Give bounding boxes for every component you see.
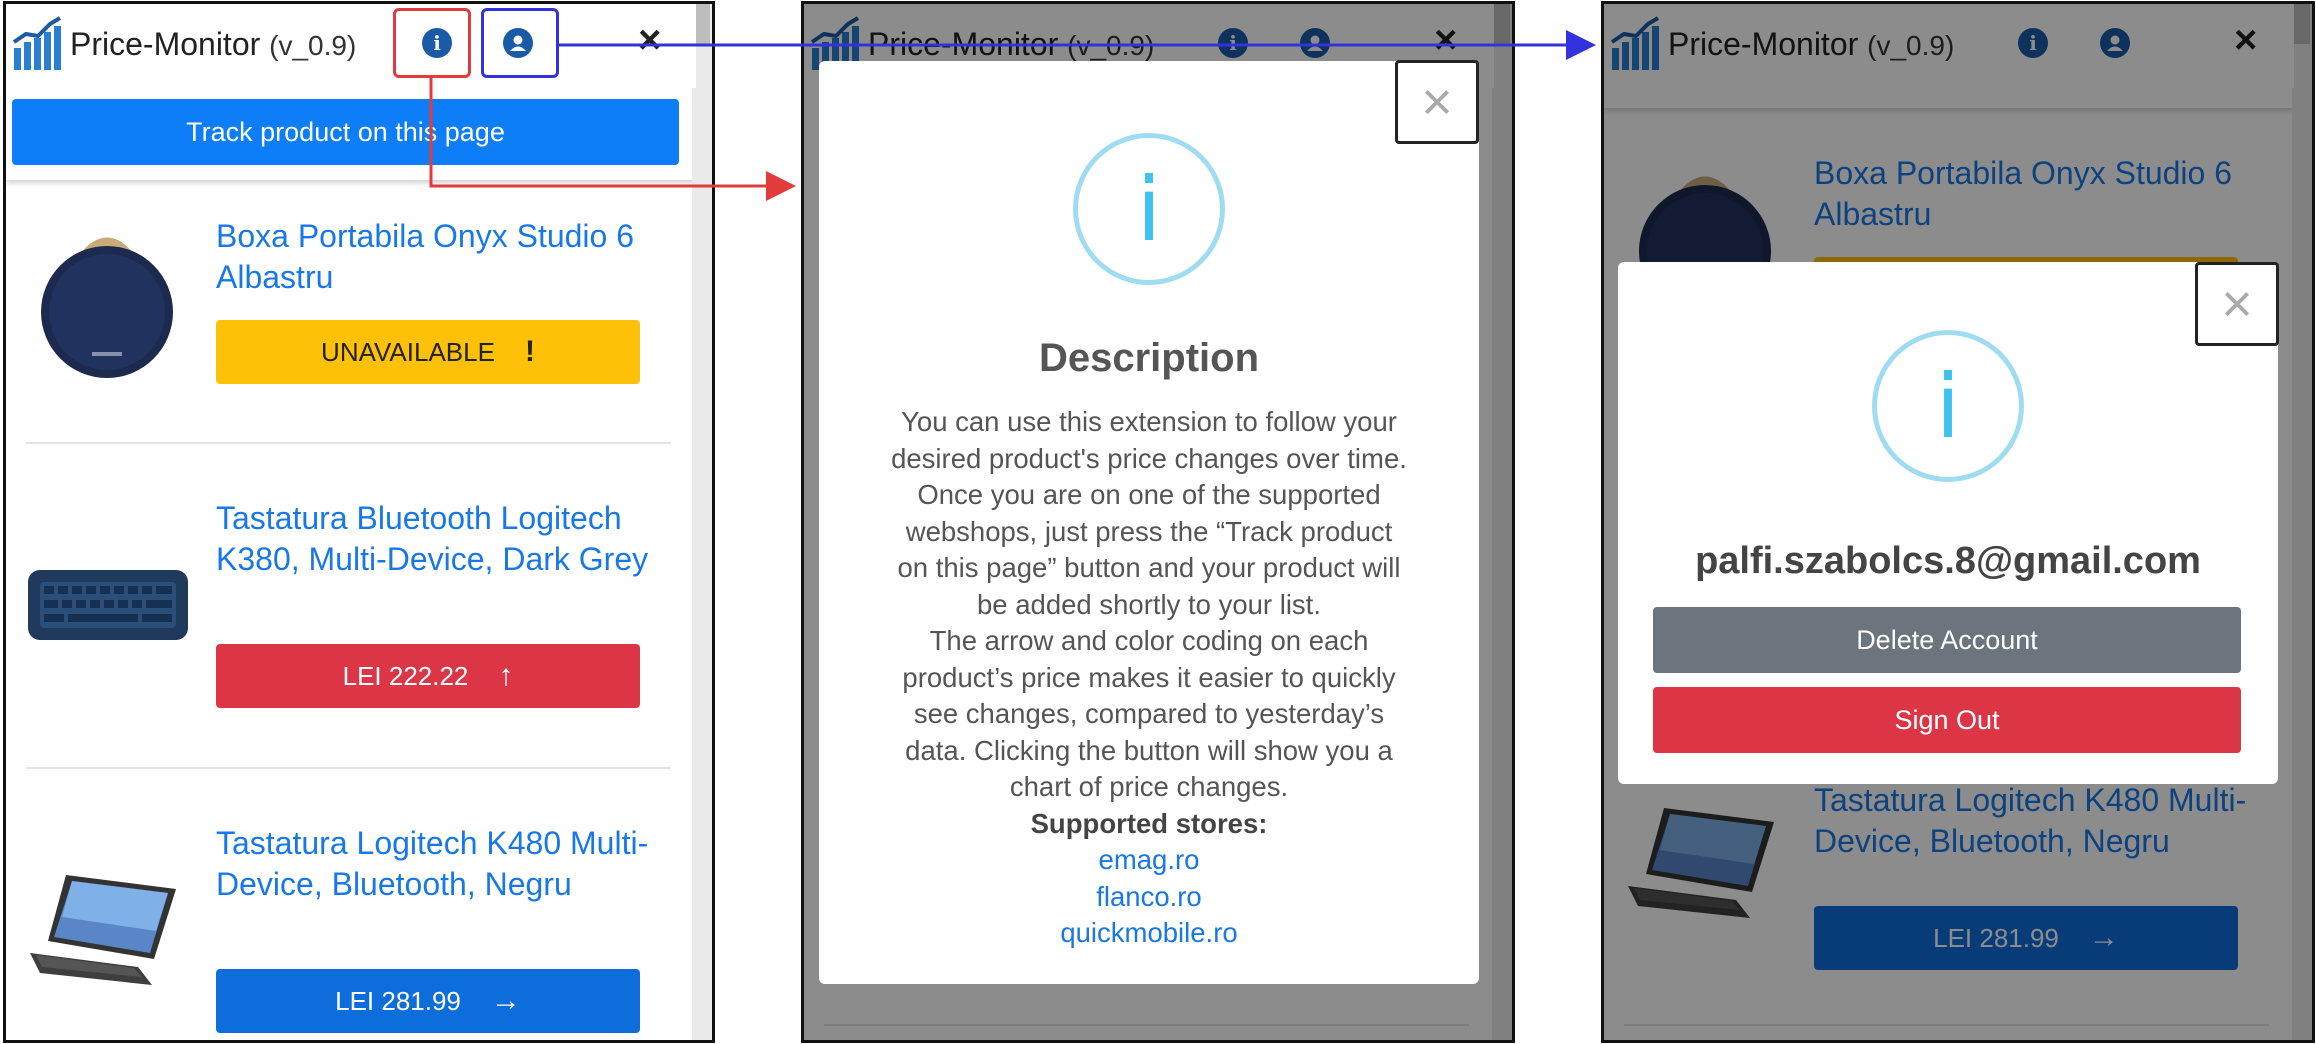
arrow-info-to-description <box>429 78 796 201</box>
connector-arrows <box>429 30 1596 201</box>
account-highlight-box <box>481 8 559 78</box>
info-highlight-box <box>393 8 471 78</box>
